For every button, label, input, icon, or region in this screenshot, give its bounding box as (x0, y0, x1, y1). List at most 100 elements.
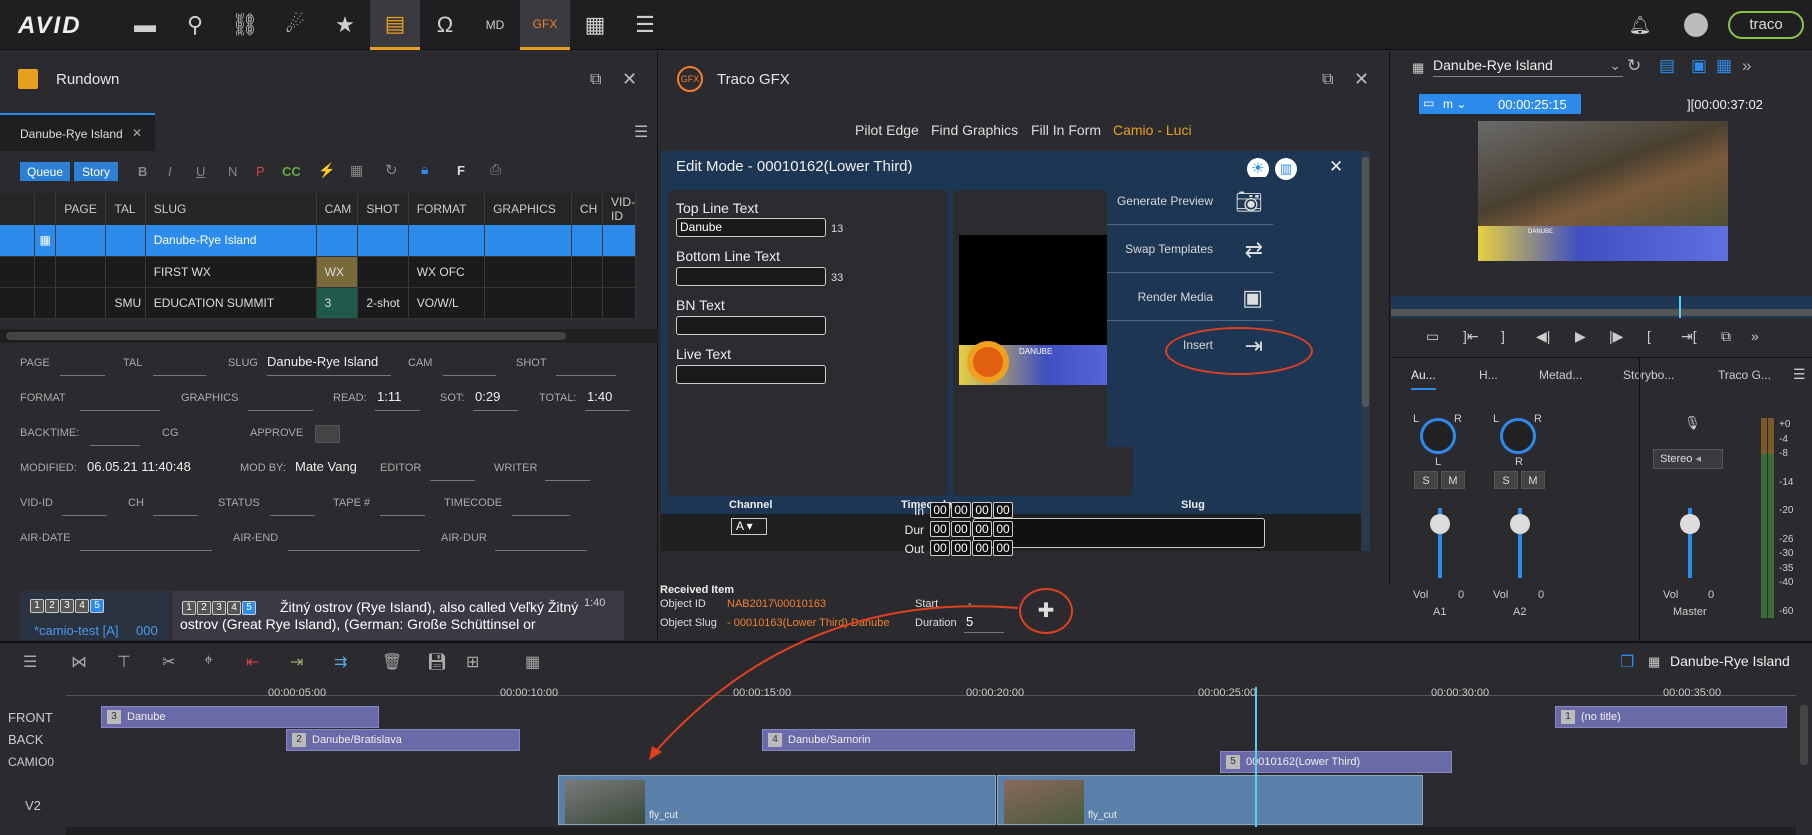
generate-preview-button[interactable]: Generate Preview 📷︎ (1107, 177, 1273, 225)
col-cam[interactable]: CAM (316, 193, 359, 225)
col-vidid[interactable]: VID-ID (602, 193, 636, 225)
scissors-icon[interactable]: ✂ (162, 652, 175, 672)
tc-in-ss[interactable]: 00 (972, 502, 992, 518)
lightning-icon[interactable]: ⚡ (318, 162, 335, 179)
menu-icon[interactable]: ☰ (1793, 366, 1806, 383)
tab-storyboard[interactable]: Storybo... (1623, 368, 1674, 382)
top-line-input[interactable]: Danube (676, 218, 826, 237)
col-page[interactable]: PAGE (55, 193, 107, 225)
grid-add-icon[interactable]: ▦ (525, 652, 540, 672)
bell-icon[interactable]: 🔔︎ (1615, 0, 1665, 50)
tab-h[interactable]: H... (1479, 368, 1498, 382)
tc-out-hh[interactable]: 00 (930, 540, 950, 556)
close-icon[interactable]: ✕ (622, 69, 637, 90)
omega-icon[interactable]: Ω (420, 0, 470, 50)
grid-icon[interactable]: ▦ (350, 162, 363, 179)
col-ch[interactable]: CH (571, 193, 604, 225)
clip-no-title[interactable]: 1 (no title) (1555, 706, 1787, 728)
a1-solo-button[interactable]: S (1414, 471, 1438, 489)
a2-solo-button[interactable]: S (1494, 471, 1518, 489)
expand-icon[interactable]: » (1742, 56, 1751, 76)
format-select[interactable] (80, 410, 160, 411)
col-tal[interactable]: TAL (105, 193, 146, 225)
extract-icon[interactable]: ⇤ (246, 652, 259, 672)
vidid-field[interactable] (62, 515, 107, 516)
refresh-icon[interactable]: ↻ (385, 161, 398, 179)
story-slot[interactable]: 12345 *camio-test [A] 000 (20, 591, 170, 640)
table-row[interactable]: SMU EDUCATION SUMMIT 3 2-shot VO/W/L (0, 287, 636, 319)
master-fader-knob[interactable] (1680, 514, 1700, 534)
italic-button[interactable]: I (168, 164, 172, 179)
tc-dur-ss[interactable]: 00 (972, 521, 992, 537)
tc-dur-hh[interactable]: 00 (930, 521, 950, 537)
tc-in-hh[interactable]: 00 (930, 502, 950, 518)
status-field[interactable] (270, 515, 315, 516)
scrub-bar[interactable] (1391, 296, 1812, 318)
overwrite-icon[interactable]: ⇥ (290, 652, 303, 672)
copy-icon[interactable]: ❐ (1620, 652, 1634, 672)
microphone-icon[interactable]: 🎙︎ (1684, 415, 1701, 431)
close-tab-icon[interactable]: ✕ (132, 126, 142, 140)
trash-icon[interactable]: 🗑︎ (382, 652, 402, 672)
tc-dur-mm[interactable]: 00 (951, 521, 971, 537)
bookmark-icon[interactable]: ★ (320, 0, 370, 50)
timeline-playhead[interactable] (1255, 687, 1257, 835)
slug-field[interactable]: Danube-Rye Island (267, 354, 378, 369)
sot-field[interactable]: 0:29 (475, 389, 500, 404)
tab-pilot-edge[interactable]: Pilot Edge (855, 122, 919, 138)
airend-select[interactable] (288, 550, 420, 551)
step-forward-icon[interactable]: |▶ (1609, 328, 1623, 345)
source-view-icon[interactable]: ▣ (1691, 56, 1707, 76)
tab-fill-in-form[interactable]: Fill In Form (1031, 122, 1101, 138)
save-icon[interactable]: 💾︎ (427, 652, 447, 672)
popout-icon[interactable]: ⧉ (1322, 71, 1333, 89)
popout-icon[interactable]: ⧉ (590, 71, 601, 89)
mark-in-icon[interactable]: [ (1647, 328, 1651, 344)
video-clip-2[interactable]: fly_cut (997, 775, 1423, 825)
ch-field[interactable] (153, 515, 198, 516)
num-5[interactable]: 5 (90, 599, 104, 613)
airdur-field[interactable] (495, 550, 587, 551)
mark-out-bracket-icon[interactable]: ] (1501, 328, 1505, 344)
scrollbar-thumb[interactable] (6, 332, 566, 340)
link-icon[interactable]: ⛓ (220, 0, 270, 50)
more-icon[interactable]: » (1751, 328, 1759, 344)
mode-select[interactable]: m ⌄ (1443, 97, 1466, 111)
media-icon[interactable]: ▦ (570, 0, 620, 50)
underline-button[interactable]: U (196, 164, 205, 179)
refresh-icon[interactable]: ↻ (1627, 56, 1641, 76)
a2-mute-button[interactable]: M (1521, 471, 1545, 489)
channel-select[interactable]: A ▾ (731, 518, 767, 535)
monitor-toggle-icon[interactable]: ▭ (1426, 328, 1439, 345)
horizontal-scrollbar[interactable] (0, 329, 658, 343)
swap-templates-button[interactable]: Swap Templates ⇄ (1107, 225, 1273, 273)
go-to-in-icon[interactable]: ]⇤ (1463, 328, 1479, 345)
col-format[interactable]: FORMAT (408, 193, 486, 225)
lift-icon[interactable]: ⌖ (204, 652, 213, 670)
vertical-scrollbar[interactable] (1361, 151, 1370, 551)
video-clip-1[interactable]: fly_cut (558, 775, 996, 825)
go-to-out-icon[interactable]: ⇥[ (1681, 328, 1697, 345)
total-field[interactable]: 1:40 (587, 389, 612, 404)
puzzle-drag-icon[interactable]: ✚ (1019, 588, 1073, 634)
editor-field[interactable] (430, 480, 475, 481)
close-icon[interactable]: ✕ (1354, 69, 1369, 90)
live-text-input[interactable] (676, 365, 826, 384)
close-edit-icon[interactable]: ✕ (1329, 157, 1343, 177)
graphics-field[interactable] (248, 410, 313, 411)
tab-find-graphics[interactable]: Find Graphics (931, 122, 1018, 138)
scrollbar-thumb[interactable] (1362, 157, 1369, 407)
num-4[interactable]: 4 (75, 599, 89, 613)
server-icon[interactable]: ☰ (620, 0, 670, 50)
tab-camio-luci[interactable]: Camio - Luci (1113, 122, 1192, 138)
tape-field[interactable] (380, 515, 425, 516)
add-track-icon[interactable]: ⊞ (466, 652, 479, 672)
lock-icon[interactable]: 🔒︎ (421, 161, 428, 178)
timecode-field[interactable] (512, 515, 570, 516)
track-v2-label[interactable]: V2 (0, 798, 60, 813)
timeline-menu-icon[interactable]: ☰ (23, 652, 37, 672)
n-button[interactable]: N (228, 164, 237, 179)
cc-button[interactable]: CC (282, 164, 301, 179)
track-camio0-label[interactable]: CAMIO0 (0, 755, 60, 769)
queue-button[interactable]: Queue (20, 162, 70, 181)
